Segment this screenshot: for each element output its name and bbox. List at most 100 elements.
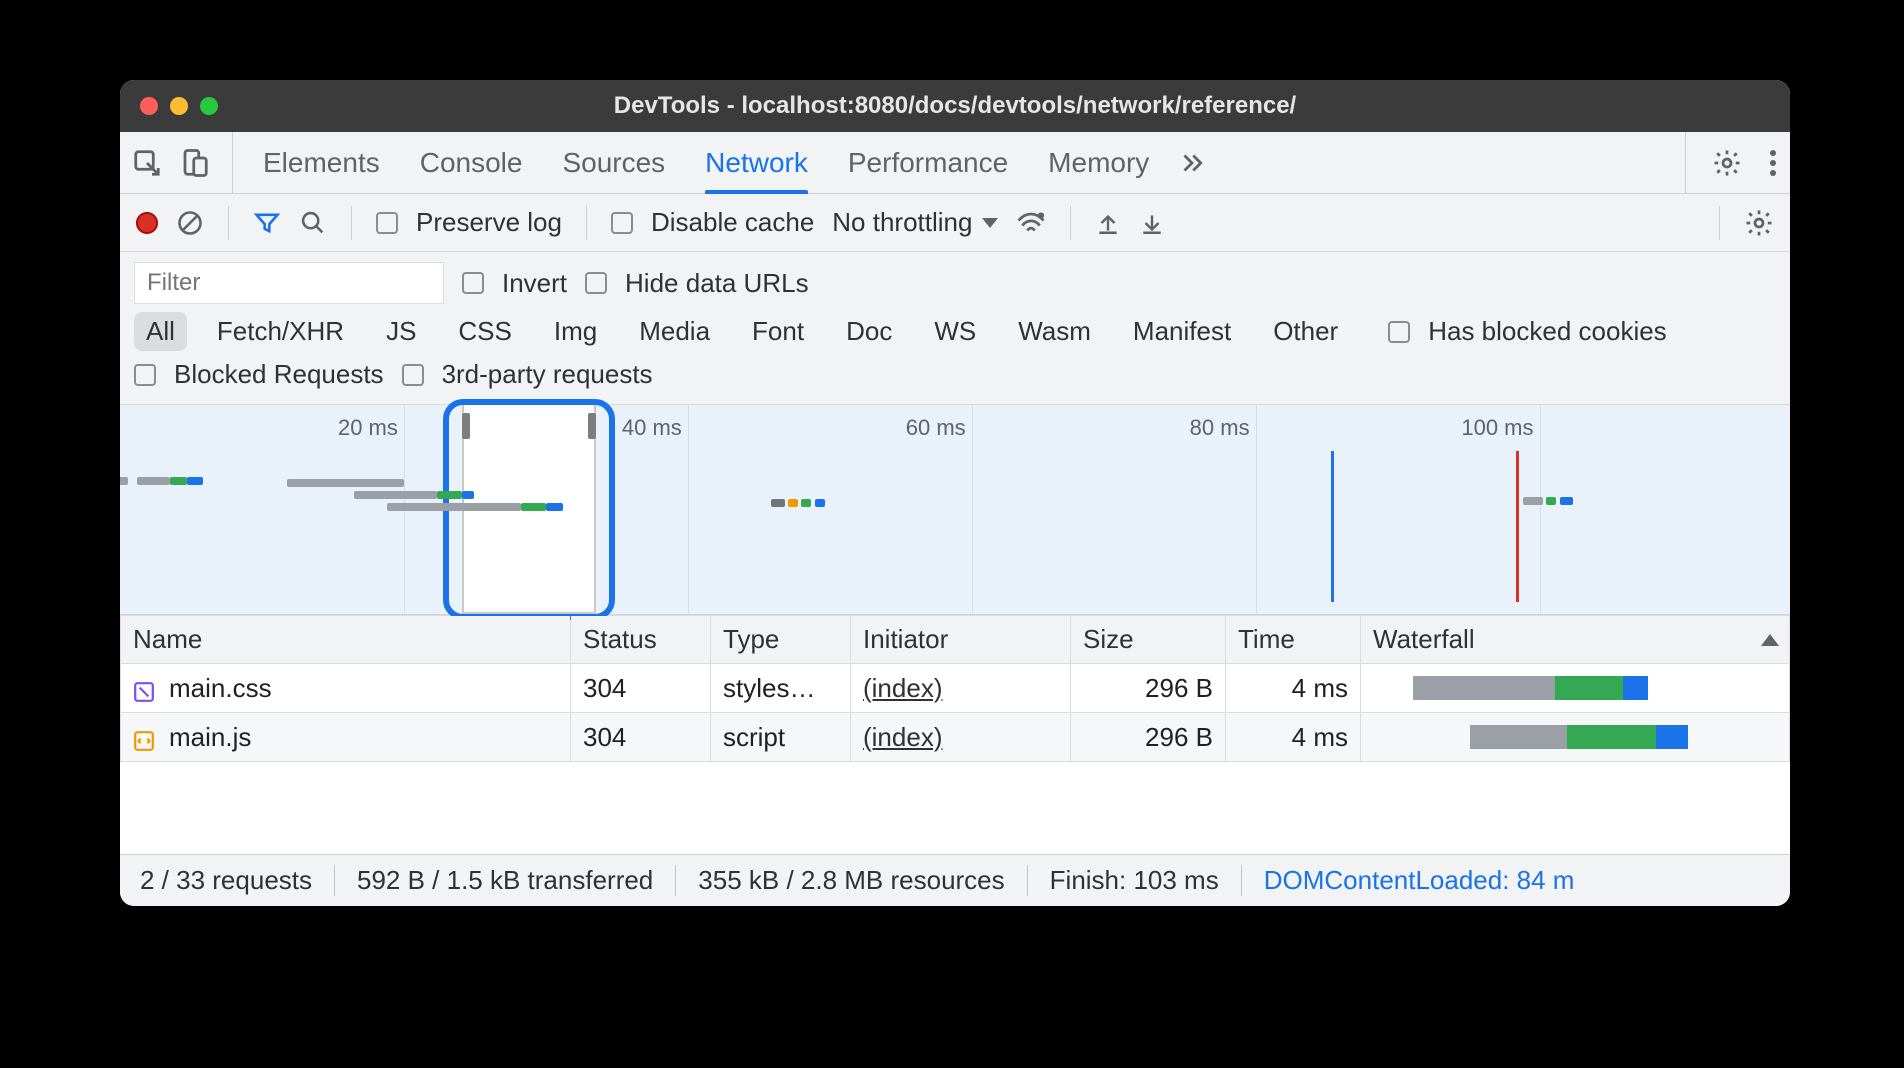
- record-button[interactable]: [136, 212, 158, 234]
- settings-icon[interactable]: [1712, 148, 1742, 178]
- request-table: NameStatusTypeInitiatorSizeTimeWaterfall…: [120, 615, 1790, 762]
- invert-label: Invert: [502, 268, 567, 299]
- search-icon[interactable]: [299, 209, 327, 237]
- table-row[interactable]: main.js304script(index)296 B4 ms: [121, 713, 1790, 762]
- col-size[interactable]: Size: [1071, 616, 1226, 664]
- kebab-menu-icon[interactable]: [1768, 148, 1778, 178]
- preserve-log-checkbox[interactable]: [376, 212, 398, 234]
- network-conditions-icon[interactable]: [1016, 210, 1046, 236]
- cell-type: styles…: [711, 664, 851, 713]
- throttling-value: No throttling: [832, 207, 972, 238]
- filter-icon[interactable]: [253, 209, 281, 237]
- network-toolbar: Preserve log Disable cache No throttling: [120, 194, 1790, 252]
- inspect-element-icon[interactable]: [132, 148, 162, 178]
- status-resources: 355 kB / 2.8 MB resources: [676, 865, 1027, 896]
- type-filter-wasm[interactable]: Wasm: [1006, 312, 1103, 351]
- cell-waterfall: [1361, 713, 1790, 762]
- status-domcontentloaded: DOMContentLoaded: 84 m: [1242, 865, 1575, 896]
- zoom-window-button[interactable]: [200, 97, 218, 115]
- overview-tick: 100 ms: [1461, 415, 1539, 441]
- type-filter-css[interactable]: CSS: [446, 312, 523, 351]
- request-name: main.js: [169, 722, 251, 752]
- type-filter-fetchxhr[interactable]: Fetch/XHR: [205, 312, 356, 351]
- more-panels-icon[interactable]: [1175, 132, 1209, 193]
- download-har-icon[interactable]: [1139, 209, 1165, 237]
- type-filter-ws[interactable]: WS: [922, 312, 988, 351]
- third-party-checkbox[interactable]: [402, 364, 424, 386]
- tab-memory[interactable]: Memory: [1048, 132, 1149, 193]
- blocked-requests-checkbox[interactable]: [134, 364, 156, 386]
- status-finish: Finish: 103 ms: [1028, 865, 1242, 896]
- caret-down-icon: [982, 218, 998, 228]
- col-initiator[interactable]: Initiator: [851, 616, 1071, 664]
- type-filter-doc[interactable]: Doc: [834, 312, 904, 351]
- overview-tick: 60 ms: [906, 415, 972, 441]
- hide-data-urls-label: Hide data URLs: [625, 268, 809, 299]
- cell-status: 304: [571, 664, 711, 713]
- window-title: DevTools - localhost:8080/docs/devtools/…: [614, 92, 1296, 120]
- overview-tick: 20 ms: [338, 415, 404, 441]
- status-bar: 2 / 33 requests 592 B / 1.5 kB transferr…: [120, 854, 1790, 906]
- tab-performance[interactable]: Performance: [848, 132, 1008, 193]
- minimize-window-button[interactable]: [170, 97, 188, 115]
- col-waterfall[interactable]: Waterfall: [1361, 616, 1790, 664]
- divider: [586, 206, 587, 240]
- tab-network[interactable]: Network: [705, 132, 808, 193]
- selection-handle-left[interactable]: [462, 413, 470, 439]
- col-status[interactable]: Status: [571, 616, 711, 664]
- hide-data-urls-checkbox[interactable]: [585, 272, 607, 294]
- panel-tabstrip: Elements Console Sources Network Performance…: [120, 132, 1790, 194]
- traffic-lights: [140, 97, 218, 115]
- tab-elements[interactable]: Elements: [263, 132, 380, 193]
- titlebar: DevTools - localhost:8080/docs/devtools/…: [120, 80, 1790, 132]
- status-requests: 2 / 33 requests: [140, 865, 335, 896]
- disable-cache-label: Disable cache: [651, 207, 814, 238]
- load-line: [1516, 451, 1519, 602]
- third-party-label: 3rd-party requests: [442, 359, 653, 390]
- type-filter-font[interactable]: Font: [740, 312, 816, 351]
- blocked-requests-label: Blocked Requests: [174, 359, 384, 390]
- tab-sources[interactable]: Sources: [562, 132, 665, 193]
- filter-input[interactable]: [134, 262, 444, 304]
- upload-har-icon[interactable]: [1095, 209, 1121, 237]
- throttling-select[interactable]: No throttling: [832, 207, 998, 238]
- type-filter-all[interactable]: All: [134, 312, 187, 351]
- cell-type: script: [711, 713, 851, 762]
- initiator-link[interactable]: (index): [863, 722, 942, 752]
- invert-checkbox[interactable]: [462, 272, 484, 294]
- overview-tick: 40 ms: [622, 415, 688, 441]
- stylesheet-icon: [133, 679, 155, 701]
- cell-size: 296 B: [1071, 664, 1226, 713]
- filter-bar: Invert Hide data URLs All Fetch/XHR JS CSS I…: [120, 252, 1790, 405]
- clear-icon[interactable]: [176, 209, 204, 237]
- type-filter-manifest[interactable]: Manifest: [1121, 312, 1243, 351]
- initiator-link[interactable]: (index): [863, 673, 942, 703]
- request-name: main.css: [169, 673, 272, 703]
- table-row[interactable]: main.css 304styles… (index) 296 B4 ms: [121, 664, 1790, 713]
- col-type[interactable]: Type: [711, 616, 851, 664]
- type-filter-media[interactable]: Media: [627, 312, 722, 351]
- col-time[interactable]: Time: [1226, 616, 1361, 664]
- type-filter-js[interactable]: JS: [374, 312, 428, 351]
- selection-handle-right[interactable]: [588, 413, 596, 439]
- cell-time: 4 ms: [1226, 664, 1361, 713]
- close-window-button[interactable]: [140, 97, 158, 115]
- overview-timeline[interactable]: 20 ms 40 ms 60 ms 80 ms 100 ms: [120, 405, 1790, 615]
- divider: [351, 206, 352, 240]
- has-blocked-cookies-checkbox[interactable]: [1388, 321, 1410, 343]
- overview-tick: 80 ms: [1190, 415, 1256, 441]
- divider: [228, 206, 229, 240]
- cell-size: 296 B: [1071, 713, 1226, 762]
- panel-tabs: Elements Console Sources Network Performance…: [263, 132, 1149, 193]
- cell-waterfall: [1361, 664, 1790, 713]
- type-filter-other[interactable]: Other: [1261, 312, 1350, 351]
- divider: [1719, 206, 1720, 240]
- cell-status: 304: [571, 713, 711, 762]
- device-toolbar-icon[interactable]: [180, 148, 210, 178]
- tab-console[interactable]: Console: [420, 132, 523, 193]
- type-filter-img[interactable]: Img: [542, 312, 609, 351]
- network-settings-icon[interactable]: [1744, 208, 1774, 238]
- col-name[interactable]: Name: [121, 616, 571, 664]
- devtools-window: DevTools - localhost:8080/docs/devtools/…: [120, 80, 1790, 906]
- disable-cache-checkbox[interactable]: [611, 212, 633, 234]
